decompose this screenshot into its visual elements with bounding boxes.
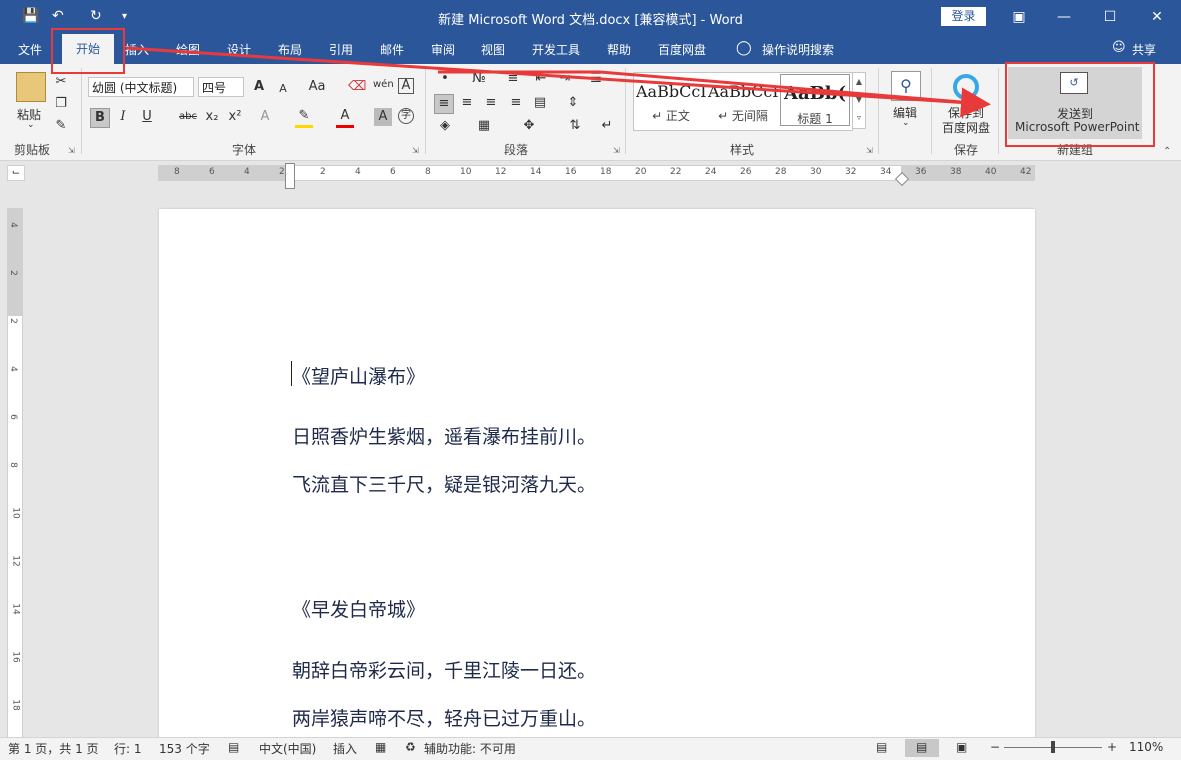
annotation-arrow-1 <box>125 46 991 118</box>
annotation-arrows <box>125 46 991 118</box>
annotation-arrow-3 <box>599 70 986 106</box>
